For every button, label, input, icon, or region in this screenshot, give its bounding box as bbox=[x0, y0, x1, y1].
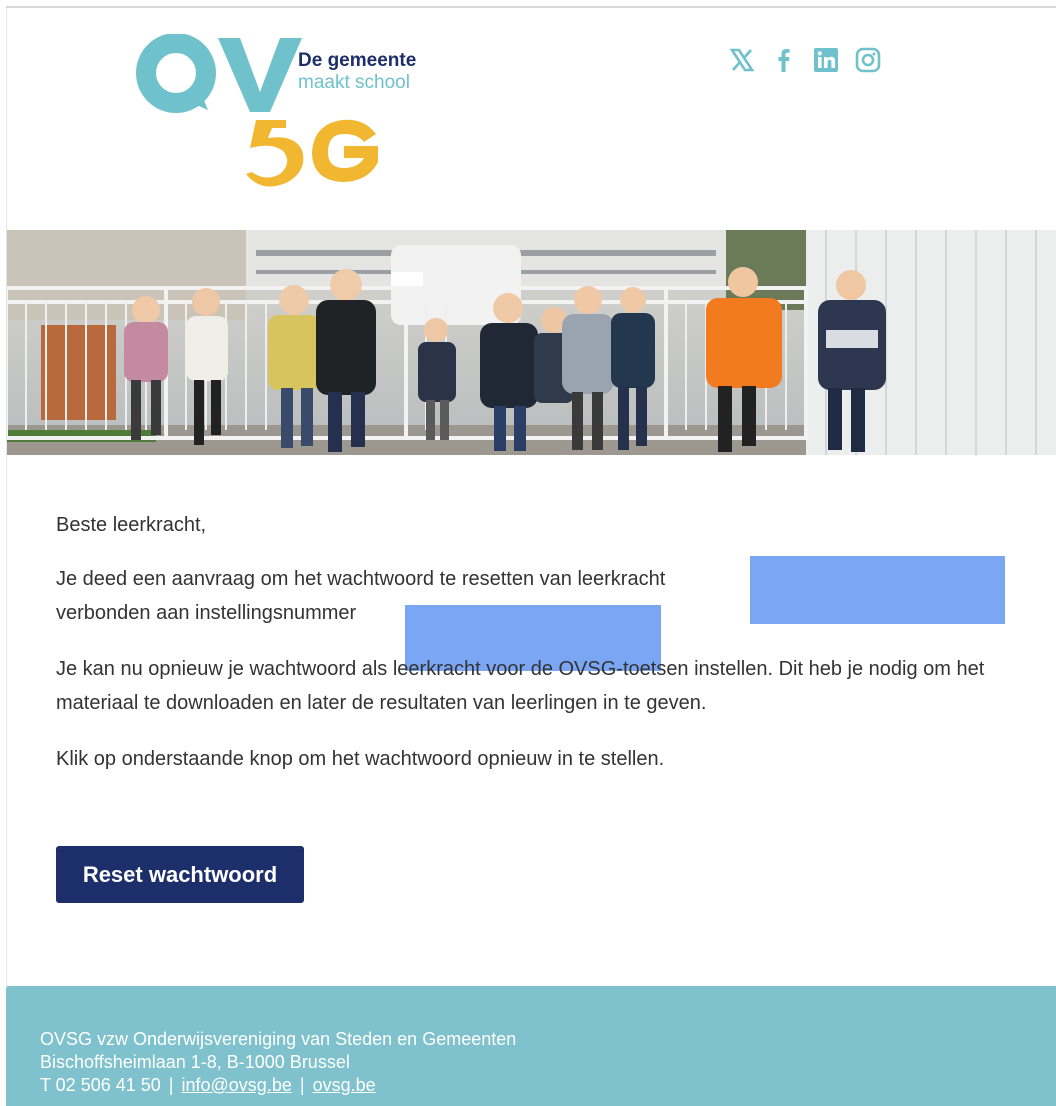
request-paragraph: Je deed een aanvraag om het wachtwoord t… bbox=[56, 556, 1016, 671]
click-instruction-text: Klik op onderstaande knop om het wachtwo… bbox=[56, 748, 665, 770]
x-icon[interactable] bbox=[728, 46, 756, 74]
footer-website-link[interactable]: ovsg.be bbox=[313, 1075, 376, 1095]
footer-email-link[interactable]: info@ovsg.be bbox=[182, 1075, 292, 1095]
hero-image bbox=[6, 230, 1056, 455]
reset-password-button[interactable]: Reset wachtwoord bbox=[56, 846, 304, 903]
children-running-photo bbox=[6, 230, 1056, 455]
tagline-line-1: De gemeente bbox=[298, 50, 417, 71]
email-footer: OVSG vzw Onderwijsvereniging van Steden … bbox=[6, 986, 1056, 1106]
social-links bbox=[728, 46, 882, 74]
email-header: De gemeente maakt school bbox=[6, 8, 1056, 230]
tagline-line-2: maakt school bbox=[298, 72, 410, 93]
footer-separator: | bbox=[168, 1075, 174, 1095]
footer-organization: OVSG vzw Onderwijsvereniging van Steden … bbox=[40, 1029, 517, 1049]
redacted-teacher-name bbox=[750, 556, 1005, 624]
footer-address: Bischoffsheimlaan 1-8, B-1000 Brussel bbox=[40, 1052, 350, 1072]
footer-phone: T 02 506 41 50 bbox=[40, 1075, 161, 1095]
email-body: Beste leerkracht, Je deed een aanvraag o… bbox=[56, 508, 1016, 798]
logo-tagline: De gemeente maakt school bbox=[298, 50, 416, 94]
instagram-icon[interactable] bbox=[854, 46, 882, 74]
footer-contact-line: T 02 506 41 50 | info@ovsg.be | ovsg.be bbox=[40, 1074, 1056, 1097]
left-border bbox=[6, 8, 7, 988]
facebook-icon[interactable] bbox=[770, 46, 798, 74]
linkedin-icon[interactable] bbox=[812, 46, 840, 74]
greeting-text: Beste leerkracht, bbox=[56, 514, 207, 536]
instruction-paragraph: Je kan nu opnieuw je wachtwoord als leer… bbox=[56, 658, 985, 714]
footer-separator: | bbox=[299, 1075, 305, 1095]
ovsg-logo[interactable]: De gemeente maakt school bbox=[136, 33, 426, 194]
